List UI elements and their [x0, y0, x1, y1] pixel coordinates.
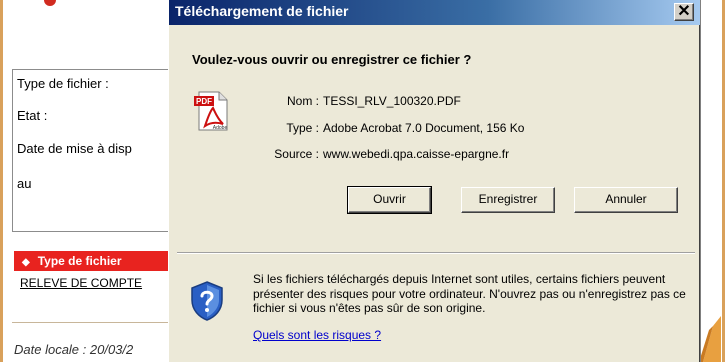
file-download-dialog: Téléchargement de fichier ✕ Voulez-vous … — [168, 0, 701, 362]
file-type-tab[interactable]: ◆ Type de fichier — [14, 251, 182, 271]
orange-swoosh-icon — [699, 316, 721, 362]
open-or-save-question: Voulez-vous ouvrir ou enregistrer ce fic… — [192, 52, 472, 67]
file-type-value: Adobe Acrobat 7.0 Document, 156 Ko — [323, 121, 525, 135]
until-label: au — [17, 176, 32, 191]
what-are-the-risks-link[interactable]: Quels sont les risques ? — [253, 328, 381, 342]
shield-question-icon — [191, 281, 223, 321]
type-label: Type : — [286, 121, 319, 135]
file-name-value: TESSI_RLV_100320.PDF — [323, 94, 461, 108]
file-info-box: Type de fichier : Etat : Date de mise à … — [12, 69, 182, 232]
page-divider — [12, 322, 182, 323]
save-button[interactable]: Enregistrer — [461, 187, 555, 213]
dialog-separator — [177, 252, 695, 254]
open-button[interactable]: Ouvrir — [347, 186, 432, 214]
status-label: Etat : — [17, 108, 48, 123]
close-button[interactable]: ✕ — [674, 3, 694, 21]
cancel-button[interactable]: Annuler — [574, 187, 678, 213]
source-label: Source : — [274, 147, 319, 161]
page-left-border — [0, 0, 3, 362]
availability-date-label: Date de mise à disp — [17, 141, 132, 156]
page-red-mark — [44, 0, 56, 6]
dialog-titlebar[interactable]: Téléchargement de fichier ✕ — [169, 0, 700, 25]
file-type-tab-label: Type de fichier — [37, 254, 122, 268]
security-warning-text: Si les fichiers téléchargés depuis Inter… — [253, 272, 686, 315]
diamond-icon: ◆ — [22, 257, 30, 268]
dialog-title: Téléchargement de fichier — [175, 3, 349, 19]
name-label: Nom : — [286, 94, 319, 108]
file-source-value: www.webedi.qpa.caisse-epargne.fr — [323, 147, 510, 161]
file-type-label: Type de fichier : — [17, 76, 109, 91]
local-date-text: Date locale : 20/03/2 — [14, 342, 134, 357]
close-icon: ✕ — [677, 3, 691, 20]
account-statement-link[interactable]: RELEVE DE COMPTE — [20, 276, 142, 290]
